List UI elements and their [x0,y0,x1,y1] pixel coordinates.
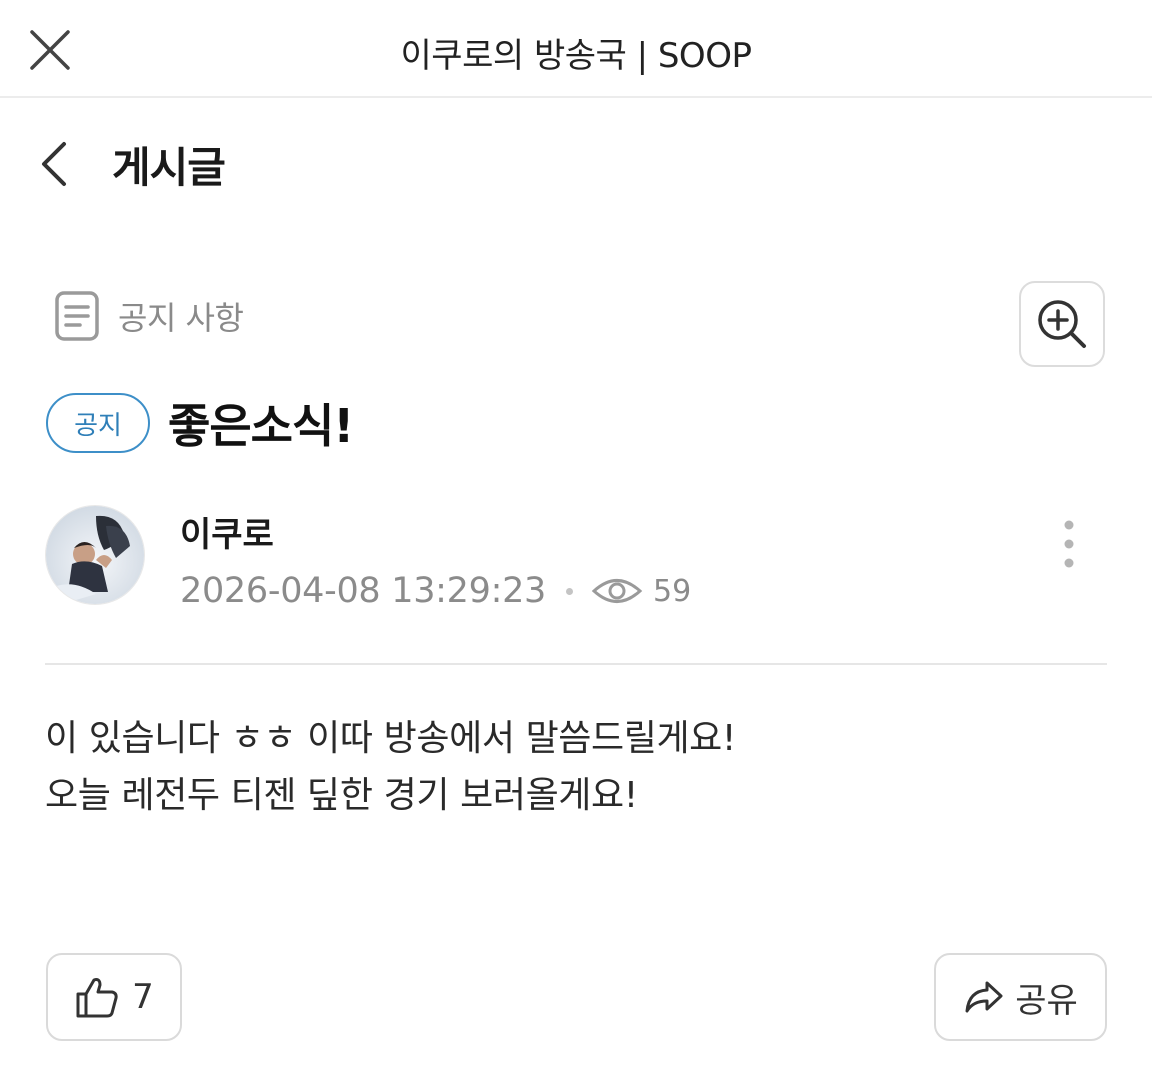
page-title: 게시글 [112,143,226,192]
post-title: 좋은소식! [168,399,354,453]
back-chevron-icon[interactable] [36,136,76,192]
author-name[interactable]: 이쿠로 [180,507,274,556]
notice-badge: 공지 [46,393,150,453]
post-datetime: 2026-04-08 13:29:23 [180,571,547,611]
window-title: 이쿠로의 방송국 | SOOP [400,36,752,76]
page-header: 게시글 [0,100,1152,220]
post-body: 이 있습니다 ㅎㅎ 이따 방송에서 말씀드릴게요! 오늘 레전두 티젠 딮한 경… [45,710,1105,824]
share-label: 공유 [1015,980,1078,1021]
share-arrow-icon [965,981,1003,1013]
avatar-image [46,506,144,604]
zoom-in-icon [1038,300,1086,348]
post-category[interactable]: 공지 사항 [52,286,244,346]
post-meta: 2026-04-08 13:29:23 59 [180,568,691,614]
eye-icon [591,579,643,603]
view-count: 59 [653,573,692,609]
avatar[interactable] [45,505,145,605]
post-body-line: 오늘 레전두 티젠 딮한 경기 보러올게요! [45,775,638,816]
share-button[interactable]: 공유 [934,953,1107,1041]
meta-separator [566,587,574,595]
post-body-line: 이 있습니다 ㅎㅎ 이따 방송에서 말씀드릴게요! [45,718,736,759]
more-vertical-icon[interactable] [1054,518,1084,570]
category-label: 공지 사항 [118,299,244,337]
divider [45,663,1107,665]
like-button[interactable]: 7 [46,953,182,1041]
zoom-in-button[interactable] [1019,281,1105,367]
thumbs-up-icon [76,978,118,1018]
window-title-bar: 이쿠로의 방송국 | SOOP [0,0,1152,98]
like-count: 7 [132,977,154,1017]
document-icon [55,291,99,341]
